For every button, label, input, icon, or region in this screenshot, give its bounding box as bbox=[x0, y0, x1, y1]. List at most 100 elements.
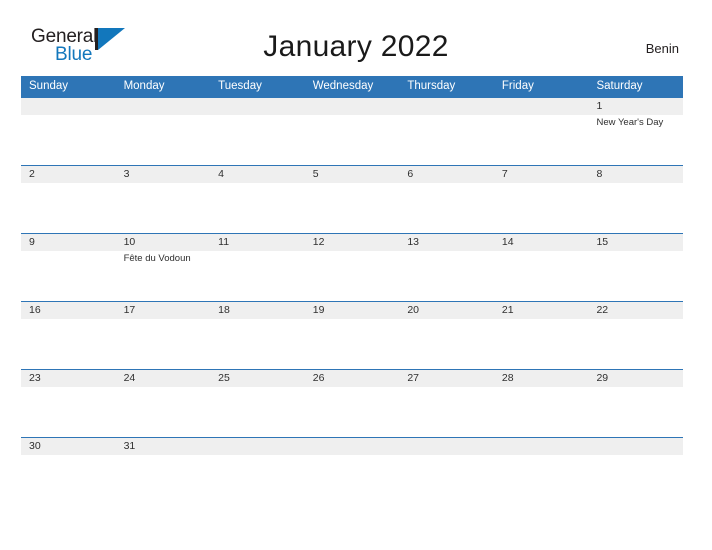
day-event bbox=[305, 455, 400, 473]
day-number[interactable]: 18 bbox=[210, 302, 305, 319]
day-event bbox=[588, 455, 683, 473]
week-day-number-band: 16 17 18 19 20 21 22 bbox=[21, 302, 683, 319]
day-event bbox=[305, 115, 400, 165]
day-number[interactable]: 12 bbox=[305, 234, 400, 251]
week-event-band bbox=[21, 387, 683, 437]
day-event bbox=[210, 455, 305, 473]
day-event bbox=[305, 251, 400, 301]
day-number[interactable]: 31 bbox=[116, 438, 211, 455]
day-number[interactable] bbox=[494, 438, 589, 455]
day-event bbox=[399, 455, 494, 473]
day-number[interactable] bbox=[116, 98, 211, 115]
day-event bbox=[399, 115, 494, 165]
day-number[interactable]: 15 bbox=[588, 234, 683, 251]
day-number[interactable]: 5 bbox=[305, 166, 400, 183]
day-number[interactable] bbox=[21, 98, 116, 115]
calendar-week-row: 16 17 18 19 20 21 22 bbox=[21, 301, 683, 369]
day-number[interactable] bbox=[305, 98, 400, 115]
weekday-header-monday: Monday bbox=[123, 80, 165, 92]
day-number[interactable]: 24 bbox=[116, 370, 211, 387]
day-event: New Year's Day bbox=[596, 117, 664, 128]
week-event-band bbox=[21, 183, 683, 233]
day-event bbox=[494, 455, 589, 473]
day-number[interactable] bbox=[399, 438, 494, 455]
weekday-header-row: Sunday Monday Tuesday Wednesday Thursday… bbox=[21, 76, 683, 97]
day-event bbox=[116, 387, 211, 437]
week-day-number-band: 2 3 4 5 6 7 8 bbox=[21, 166, 683, 183]
calendar-grid: Sunday Monday Tuesday Wednesday Thursday… bbox=[21, 76, 683, 473]
day-number[interactable]: 4 bbox=[210, 166, 305, 183]
day-event bbox=[210, 115, 305, 165]
weekday-header-thursday: Thursday bbox=[407, 80, 456, 92]
day-event bbox=[21, 319, 116, 369]
day-event bbox=[399, 251, 494, 301]
weekday-header-sunday: Sunday bbox=[29, 80, 69, 92]
calendar-week-row: 30 31 bbox=[21, 437, 683, 473]
week-event-band bbox=[21, 455, 683, 473]
day-number[interactable]: 21 bbox=[494, 302, 589, 319]
week-day-number-band: 30 31 bbox=[21, 438, 683, 455]
day-number[interactable]: 8 bbox=[588, 166, 683, 183]
week-day-number-band: 9 10 11 12 13 14 15 bbox=[21, 234, 683, 251]
page-title: January 2022 bbox=[263, 30, 449, 63]
day-number[interactable] bbox=[210, 98, 305, 115]
day-number[interactable]: 20 bbox=[399, 302, 494, 319]
day-number[interactable]: 13 bbox=[399, 234, 494, 251]
day-event bbox=[494, 115, 589, 165]
day-event bbox=[210, 183, 305, 233]
day-event bbox=[494, 183, 589, 233]
day-number[interactable]: 26 bbox=[305, 370, 400, 387]
calendar-week-row: 23 24 25 26 27 28 29 bbox=[21, 369, 683, 437]
day-number[interactable]: 29 bbox=[588, 370, 683, 387]
day-number[interactable]: 22 bbox=[588, 302, 683, 319]
day-number[interactable]: 30 bbox=[21, 438, 116, 455]
day-number[interactable] bbox=[210, 438, 305, 455]
day-number[interactable]: 6 bbox=[399, 166, 494, 183]
day-number[interactable] bbox=[494, 98, 589, 115]
day-event bbox=[305, 183, 400, 233]
day-number[interactable]: 9 bbox=[21, 234, 116, 251]
weekday-header-wednesday: Wednesday bbox=[312, 80, 374, 92]
day-event bbox=[305, 319, 400, 369]
day-event bbox=[21, 387, 116, 437]
day-event: Fête du Vodoun bbox=[123, 253, 191, 264]
week-day-number-band: 1 bbox=[21, 98, 683, 115]
day-event bbox=[116, 115, 211, 165]
week-event-band bbox=[21, 319, 683, 369]
day-event bbox=[21, 115, 116, 165]
day-number[interactable]: 27 bbox=[399, 370, 494, 387]
day-number[interactable] bbox=[305, 438, 400, 455]
calendar-week-row: 9 10 11 12 13 14 15 Fête du Vodoun bbox=[21, 233, 683, 301]
day-event bbox=[494, 319, 589, 369]
day-number[interactable]: 1 bbox=[588, 98, 683, 115]
page-header: General Blue January 2022 Benin bbox=[0, 0, 712, 64]
day-number[interactable] bbox=[399, 98, 494, 115]
weekday-header-friday: Friday bbox=[501, 80, 534, 92]
week-event-band: Fête du Vodoun bbox=[21, 251, 683, 301]
day-number[interactable]: 17 bbox=[116, 302, 211, 319]
day-event bbox=[399, 183, 494, 233]
day-number[interactable]: 11 bbox=[210, 234, 305, 251]
day-event bbox=[588, 183, 683, 233]
day-number[interactable]: 23 bbox=[21, 370, 116, 387]
region-label: Benin bbox=[645, 41, 679, 56]
week-event-band: New Year's Day bbox=[21, 115, 683, 165]
day-number[interactable]: 14 bbox=[494, 234, 589, 251]
day-number[interactable]: 28 bbox=[494, 370, 589, 387]
day-event bbox=[588, 251, 683, 301]
weekday-header-tuesday: Tuesday bbox=[218, 80, 262, 92]
day-number[interactable]: 10 bbox=[116, 234, 211, 251]
day-number[interactable]: 16 bbox=[21, 302, 116, 319]
day-number[interactable] bbox=[588, 438, 683, 455]
day-number[interactable]: 3 bbox=[116, 166, 211, 183]
day-event bbox=[494, 251, 589, 301]
day-number[interactable]: 25 bbox=[210, 370, 305, 387]
day-number[interactable]: 7 bbox=[494, 166, 589, 183]
day-number[interactable]: 19 bbox=[305, 302, 400, 319]
day-event bbox=[21, 455, 116, 473]
day-number[interactable]: 2 bbox=[21, 166, 116, 183]
day-event bbox=[210, 387, 305, 437]
day-event bbox=[21, 183, 116, 233]
day-event bbox=[116, 455, 211, 473]
day-event bbox=[399, 387, 494, 437]
